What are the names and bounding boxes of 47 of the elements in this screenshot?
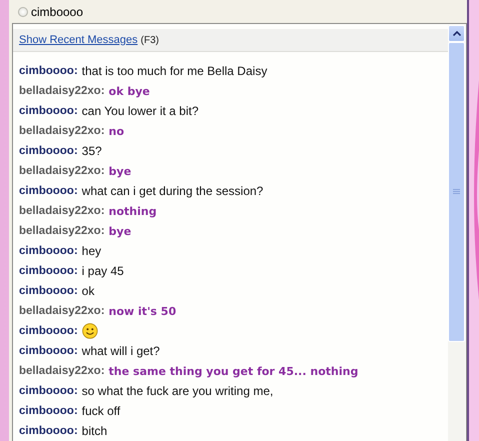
sender-name: belladaisy22xo: [19, 85, 105, 97]
message-text: bye [108, 224, 132, 238]
sender-name: belladaisy22xo: [19, 125, 105, 137]
message-text: hey [82, 244, 102, 258]
message-text: bye [108, 164, 132, 178]
sender-name: cimboooo: [19, 65, 78, 77]
participant-radio[interactable] [18, 6, 28, 16]
message-text: can You lower it a bit? [82, 104, 199, 118]
message-text: that is too much for me Bella Daisy [82, 64, 268, 78]
message-text: what can i get during the session? [82, 184, 264, 198]
participant-name: cimboooo [31, 4, 84, 18]
scroll-thumb[interactable] [448, 42, 465, 342]
caret-up-icon [452, 31, 460, 36]
sender-name: belladaisy22xo: [19, 305, 105, 317]
sender-name: cimboooo: [19, 285, 78, 297]
sender-name: cimboooo: [19, 245, 78, 257]
message-text: no [108, 124, 124, 138]
scroll-up-button[interactable] [448, 25, 465, 42]
show-recent-messages-link[interactable]: Show Recent Messages [19, 34, 138, 46]
sender-name: cimboooo: [19, 345, 78, 357]
message-text: the same thing you get for 45... nothing [108, 364, 358, 378]
message-text: fuck off [82, 404, 120, 418]
message-text: ok [82, 284, 94, 298]
sender-name: belladaisy22xo: [19, 165, 105, 177]
sender-name: belladaisy22xo: [19, 225, 105, 237]
message-text: so what the fuck are you writing me, [82, 384, 274, 398]
sender-name: cimboooo: [19, 105, 78, 117]
sender-name: cimboooo: [19, 265, 78, 277]
message-text: i pay 45 [82, 264, 124, 278]
scrollbar[interactable] [448, 25, 465, 441]
message-text: nothing [108, 204, 157, 218]
message-text: what will i get? [82, 344, 160, 358]
sender-name: cimboooo: [19, 405, 78, 417]
smiley-icon [82, 323, 98, 339]
sender-name: cimboooo: [19, 385, 78, 397]
message-text: 35? [82, 144, 102, 158]
sender-name: belladaisy22xo: [19, 365, 105, 377]
sender-name: cimboooo: [19, 325, 78, 337]
sender-name: belladaisy22xo: [19, 205, 105, 217]
grip-icon [453, 189, 460, 195]
sender-name: cimboooo: [19, 145, 78, 157]
shortcut-label: (F3) [140, 34, 159, 46]
message-text: now it's 50 [108, 304, 176, 318]
message-text: bitch [82, 424, 108, 438]
sender-name: cimboooo: [19, 185, 78, 197]
message-text: ok bye [108, 84, 150, 98]
sender-name: cimboooo: [19, 425, 78, 437]
